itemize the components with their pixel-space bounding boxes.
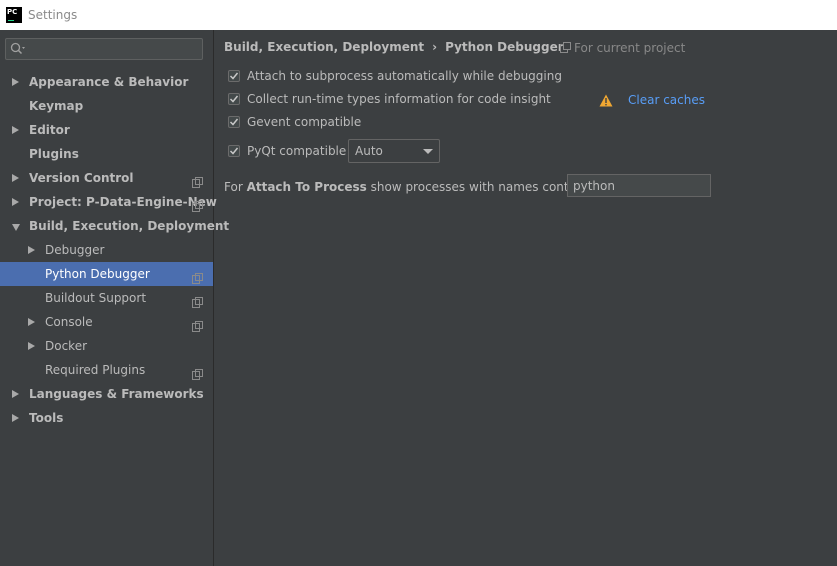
sidebar-item-label: Project: P-Data-Engine-New bbox=[29, 195, 217, 209]
sidebar-item-label: Keymap bbox=[29, 99, 84, 113]
settings-search[interactable] bbox=[5, 38, 203, 60]
sidebar-item-version-control[interactable]: Version Control bbox=[0, 166, 213, 190]
chevron-down-icon[interactable] bbox=[12, 224, 20, 231]
sidebar-item-label: Debugger bbox=[45, 243, 105, 257]
sidebar-item-label: Build, Execution, Deployment bbox=[29, 219, 230, 233]
sidebar-item-label: Plugins bbox=[29, 147, 79, 161]
gevent-label: Gevent compatible bbox=[247, 115, 362, 129]
project-scope-icon bbox=[560, 42, 571, 53]
sidebar-item-label: Required Plugins bbox=[45, 363, 146, 377]
chevron-down-icon bbox=[423, 149, 433, 154]
project-scope-icon bbox=[192, 364, 203, 380]
sidebar-item-debugger[interactable]: Debugger bbox=[0, 238, 213, 262]
chevron-right-icon[interactable] bbox=[12, 174, 19, 182]
pyqt-option[interactable]: PyQt compatible bbox=[228, 142, 346, 160]
pyqt-checkbox[interactable] bbox=[228, 145, 240, 157]
search-input[interactable] bbox=[28, 41, 202, 59]
sidebar-item-buildout-support[interactable]: Buildout Support bbox=[0, 286, 213, 310]
checkmark-icon bbox=[229, 147, 239, 155]
project-scope-icon bbox=[192, 268, 203, 284]
title-bar: PC Settings bbox=[0, 0, 837, 30]
breadcrumb-current: Python Debugger bbox=[445, 40, 564, 54]
checkmark-icon bbox=[229, 118, 239, 126]
settings-content: Build, Execution, Deployment › Python Debu… bbox=[214, 30, 837, 566]
pyqt-mode-select[interactable]: Auto bbox=[348, 139, 440, 163]
attach-process-label: For Attach To Process show processes wit… bbox=[224, 180, 610, 194]
project-scope-icon bbox=[192, 292, 203, 308]
chevron-right-icon[interactable] bbox=[28, 246, 35, 254]
sidebar-item-console[interactable]: Console bbox=[0, 310, 213, 334]
settings-tree: Appearance & Behavior Keymap Editor Plugins… bbox=[0, 70, 229, 430]
chevron-right-icon[interactable] bbox=[12, 390, 19, 398]
sidebar-item-editor[interactable]: Editor bbox=[0, 118, 213, 142]
attach-subprocess-option[interactable]: Attach to subprocess automatically while… bbox=[228, 67, 562, 85]
project-scope-icon bbox=[192, 172, 203, 188]
breadcrumb-separator: › bbox=[432, 40, 438, 54]
warning-icon bbox=[599, 94, 613, 107]
attach-subprocess-label: Attach to subprocess automatically while… bbox=[247, 69, 562, 83]
window-title: Settings bbox=[28, 8, 78, 22]
sidebar-item-appearance-behavior[interactable]: Appearance & Behavior bbox=[0, 70, 213, 94]
search-icon bbox=[10, 42, 25, 55]
sidebar-item-docker[interactable]: Docker bbox=[0, 334, 213, 358]
sidebar-item-label: Appearance & Behavior bbox=[29, 75, 189, 89]
scope-indicator: For current project bbox=[560, 41, 685, 55]
pyqt-mode-value: Auto bbox=[355, 144, 383, 158]
collect-types-checkbox[interactable] bbox=[228, 93, 240, 105]
checkmark-icon bbox=[229, 95, 239, 103]
gevent-checkbox[interactable] bbox=[228, 116, 240, 128]
sidebar-item-label: Tools bbox=[29, 411, 64, 425]
scope-label: For current project bbox=[574, 41, 686, 55]
sidebar-item-python-debugger[interactable]: Python Debugger bbox=[0, 262, 213, 286]
sidebar-item-label: Buildout Support bbox=[45, 291, 147, 305]
pyqt-label: PyQt compatible bbox=[247, 144, 347, 158]
sidebar-item-keymap[interactable]: Keymap bbox=[0, 94, 213, 118]
sidebar-item-plugins[interactable]: Plugins bbox=[0, 142, 213, 166]
attach-process-bold: Attach To Process bbox=[246, 180, 367, 194]
chevron-right-icon[interactable] bbox=[28, 318, 35, 326]
sidebar-item-required-plugins[interactable]: Required Plugins bbox=[0, 358, 213, 382]
chevron-right-icon[interactable] bbox=[12, 78, 19, 86]
sidebar-item-build-execution-deployment[interactable]: Build, Execution, Deployment bbox=[0, 214, 229, 238]
breadcrumb-parent: Build, Execution, Deployment bbox=[224, 40, 425, 54]
chevron-right-icon[interactable] bbox=[12, 198, 19, 206]
sidebar-item-label: Docker bbox=[45, 339, 88, 353]
project-scope-icon bbox=[192, 196, 203, 212]
sidebar-item-label: Languages & Frameworks bbox=[29, 387, 204, 401]
breadcrumb: Build, Execution, Deployment › Python Debu… bbox=[224, 40, 564, 54]
settings-sidebar: Appearance & Behavior Keymap Editor Plugins… bbox=[0, 30, 229, 566]
sidebar-item-tools[interactable]: Tools bbox=[0, 406, 213, 430]
process-name-filter-input[interactable] bbox=[567, 174, 711, 197]
project-scope-icon bbox=[192, 316, 203, 332]
chevron-right-icon[interactable] bbox=[12, 414, 19, 422]
attach-process-prefix: For bbox=[224, 180, 243, 194]
sidebar-item-languages-frameworks[interactable]: Languages & Frameworks bbox=[0, 382, 213, 406]
pycharm-logo-icon: PC bbox=[6, 7, 22, 23]
collect-types-option[interactable]: Collect run-time types information for c… bbox=[228, 90, 551, 108]
chevron-right-icon[interactable] bbox=[28, 342, 35, 350]
sidebar-item-label: Console bbox=[45, 315, 93, 329]
checkmark-icon bbox=[229, 72, 239, 80]
clear-caches-link[interactable]: Clear caches bbox=[628, 93, 705, 107]
gevent-option[interactable]: Gevent compatible bbox=[228, 113, 361, 131]
sidebar-item-label: Python Debugger bbox=[45, 267, 150, 281]
sidebar-item-label: Version Control bbox=[29, 171, 134, 185]
collect-types-label: Collect run-time types information for c… bbox=[247, 92, 551, 106]
sidebar-item-project-p-data-engine-new[interactable]: Project: P-Data-Engine-New bbox=[0, 190, 217, 214]
attach-subprocess-checkbox[interactable] bbox=[228, 70, 240, 82]
chevron-right-icon[interactable] bbox=[12, 126, 19, 134]
sidebar-item-label: Editor bbox=[29, 123, 70, 137]
